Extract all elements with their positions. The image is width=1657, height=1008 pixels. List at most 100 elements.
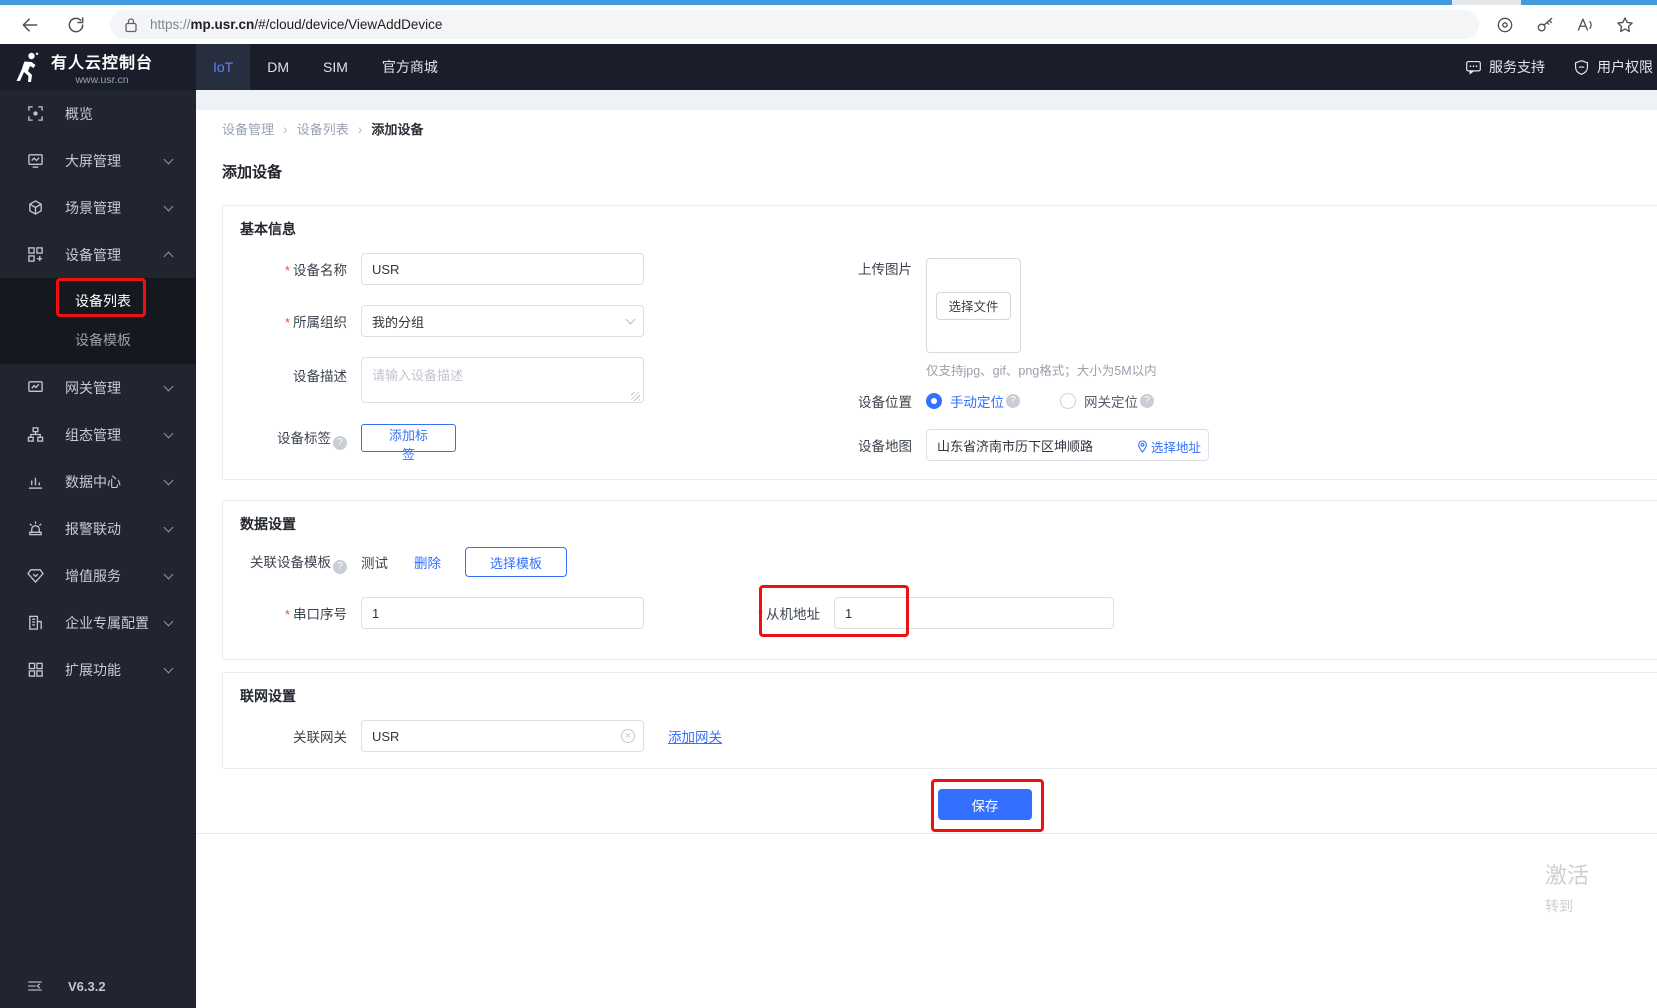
browser-back-icon[interactable]: [20, 15, 40, 35]
add-gateway-link[interactable]: 添加网关: [668, 726, 722, 746]
organization-select[interactable]: [361, 305, 644, 337]
sidebar-item-enterprise-config[interactable]: 企业专属配置: [0, 599, 196, 646]
nav-tab-mall[interactable]: 官方商城: [365, 44, 455, 90]
gateway-label: 关联网关: [293, 730, 347, 745]
breadcrumb-device-mgmt[interactable]: 设备管理: [222, 119, 274, 138]
choose-address-link[interactable]: 选择地址: [1137, 437, 1201, 456]
sidebar-item-overview[interactable]: 概览: [0, 90, 196, 137]
activation-watermark: 激活 转到: [1545, 863, 1590, 914]
basic-info-title: 基本信息: [240, 221, 296, 237]
gem-icon: [27, 569, 44, 583]
url-bar[interactable]: https://mp.usr.cn/#/cloud/device/ViewAdd…: [110, 10, 1479, 39]
template-value: 测试: [361, 556, 388, 571]
sidebar-subitem-device-list[interactable]: 设备列表: [0, 282, 196, 321]
breadcrumb: 设备管理 › 设备列表 › 添加设备: [222, 119, 423, 138]
device-map-label: 设备地图: [858, 439, 912, 454]
logo[interactable]: 有人云控制台 www.usr.cn: [0, 44, 196, 90]
help-icon[interactable]: [1140, 394, 1154, 408]
sidebar-item-value-services[interactable]: 增值服务: [0, 552, 196, 599]
device-grid-icon: [28, 247, 43, 262]
network-settings-card: 联网设置 关联网关 添加网关: [222, 672, 1657, 769]
serial-port-label: * 串口序号: [284, 607, 347, 622]
upload-dropzone[interactable]: 选择文件: [926, 258, 1021, 353]
logo-subtitle: www.usr.cn: [75, 73, 129, 86]
add-tag-button[interactable]: 添加标签: [361, 424, 456, 462]
gateway-locate-label[interactable]: 网关定位: [1084, 391, 1138, 411]
alarm-icon: [29, 521, 42, 536]
building-icon: [29, 615, 42, 630]
sidebar-item-gateway-mgmt[interactable]: 网关管理: [0, 364, 196, 411]
chat-icon: [1466, 60, 1481, 75]
organization-label: * 所属组织: [284, 315, 347, 330]
user-permission-link[interactable]: 用户权限: [1573, 57, 1653, 77]
password-key-icon[interactable]: [1535, 15, 1555, 35]
chevron-down-icon: [163, 154, 174, 164]
main-content: 设备管理 › 设备列表 › 添加设备 添加设备 基本信息 *设备名称 *所属组织: [196, 90, 1657, 1008]
device-name-input[interactable]: [361, 253, 644, 285]
nav-tab-sim[interactable]: SIM: [306, 44, 365, 90]
favorite-star-icon[interactable]: [1615, 15, 1635, 35]
sidebar-item-alarm-linkage[interactable]: 报警联动: [0, 505, 196, 552]
clear-input-icon[interactable]: [621, 729, 635, 743]
chevron-down-icon: [163, 381, 174, 391]
slave-address-label: * 从机地址: [757, 607, 820, 622]
description-textarea[interactable]: [361, 357, 644, 403]
tags-label: 设备标签: [223, 427, 361, 450]
basic-info-card: 基本信息 *设备名称 *所属组织 设备描述: [222, 205, 1657, 480]
gateway-input[interactable]: [361, 720, 644, 752]
slave-address-input[interactable]: [834, 597, 1114, 629]
collapse-sidebar-icon[interactable]: [27, 978, 43, 994]
content-panel: 设备管理 › 设备列表 › 添加设备 添加设备 基本信息 *设备名称 *所属组织: [196, 110, 1657, 1008]
help-icon[interactable]: [333, 559, 347, 574]
sidebar-item-extensions[interactable]: 扩展功能: [0, 646, 196, 693]
nav-tab-dm[interactable]: DM: [250, 44, 306, 90]
breadcrumb-separator: ›: [357, 120, 363, 137]
nav-tab-iot[interactable]: IoT: [196, 44, 251, 90]
breadcrumb-device-list[interactable]: 设备列表: [297, 119, 349, 138]
chevron-down-icon: [163, 201, 174, 211]
manual-locate-radio[interactable]: [926, 393, 942, 409]
serial-port-input[interactable]: [361, 597, 644, 629]
sidebar-item-data-center[interactable]: 数据中心: [0, 458, 196, 505]
chevron-down-icon: [163, 475, 174, 485]
help-icon[interactable]: [333, 435, 347, 450]
read-aloud-icon[interactable]: [1575, 15, 1595, 35]
upload-hint: 仅支持jpg、gif、png格式；大小为5M以内: [926, 364, 1157, 378]
device-mgmt-submenu: 设备列表 设备模板: [0, 278, 196, 364]
organization-select-value[interactable]: [361, 305, 644, 337]
overview-icon: [28, 106, 43, 121]
breadcrumb-separator: ›: [283, 120, 288, 137]
data-settings-card: 数据设置 关联设备模板 测试 删除 选择模板 *串口序号 *从机地址: [222, 500, 1657, 660]
send-to-device-icon[interactable]: [1495, 15, 1515, 35]
description-label: 设备描述: [293, 369, 347, 384]
location-pin-icon: [1138, 440, 1147, 453]
sidebar-item-scene-mgmt[interactable]: 场景管理: [0, 184, 196, 231]
grid-icon: [28, 662, 43, 677]
manual-locate-label[interactable]: 手动定位: [950, 391, 1004, 411]
upload-image-label: 上传图片: [858, 262, 912, 277]
sidebar-subitem-device-template[interactable]: 设备模板: [0, 321, 196, 360]
chevron-down-icon: [163, 663, 174, 673]
network-settings-title: 联网设置: [240, 688, 296, 704]
help-icon[interactable]: [1006, 394, 1020, 408]
location-label: 设备位置: [858, 395, 912, 410]
data-settings-title: 数据设置: [240, 516, 296, 532]
version-label: V6.3.2: [68, 978, 106, 994]
screen: https://mp.usr.cn/#/cloud/device/ViewAdd…: [0, 0, 1657, 1008]
save-button[interactable]: 保存: [938, 789, 1032, 820]
browser-toolbar: https://mp.usr.cn/#/cloud/device/ViewAdd…: [0, 5, 1657, 44]
sidebar-item-device-mgmt[interactable]: 设备管理: [0, 231, 196, 278]
sidebar-item-config-mgmt[interactable]: 组态管理: [0, 411, 196, 458]
choose-file-button[interactable]: 选择文件: [936, 291, 1011, 320]
sidebar: 概览 大屏管理 场景管理 设备管理 设备列表 设备模板 网关管理 组态管理 数据…: [0, 90, 196, 1008]
sidebar-item-screen-mgmt[interactable]: 大屏管理: [0, 137, 196, 184]
template-delete-link[interactable]: 删除: [414, 552, 441, 572]
service-support-link[interactable]: 服务支持: [1465, 57, 1545, 77]
bar-chart-icon: [28, 477, 43, 489]
breadcrumb-current: 添加设备: [371, 122, 424, 137]
choose-template-button[interactable]: 选择模板: [465, 547, 568, 577]
browser-refresh-icon[interactable]: [66, 15, 86, 35]
chevron-up-icon: [163, 251, 174, 261]
shield-icon: [1574, 59, 1589, 75]
gateway-locate-radio[interactable]: [1060, 393, 1076, 409]
